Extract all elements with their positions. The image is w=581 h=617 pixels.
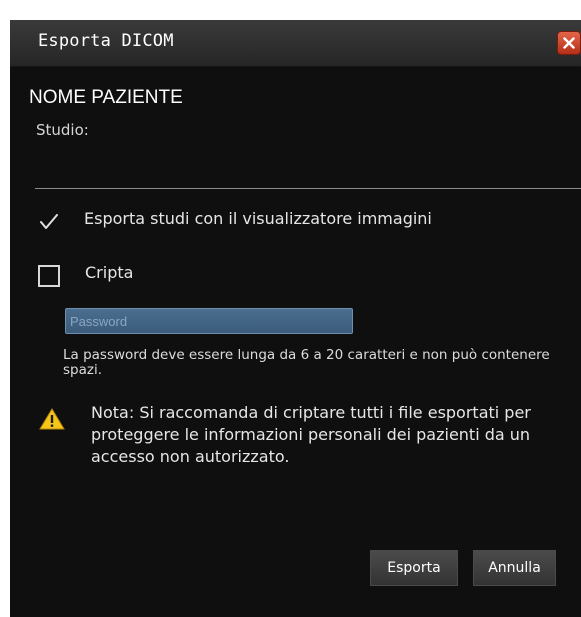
patient-name: NOME PAZIENTE [29, 87, 183, 108]
cancel-button[interactable]: Annulla [473, 550, 556, 586]
close-icon [563, 37, 575, 49]
divider [35, 188, 581, 189]
export-button[interactable]: Esporta [370, 550, 458, 586]
study-label: Studio: [36, 121, 89, 139]
password-input[interactable] [65, 308, 353, 334]
encrypt-label: Cripta [85, 263, 134, 282]
dialog-title: Esporta DICOM [38, 31, 174, 51]
note-text: Nota: Si raccomanda di criptare tutti i … [91, 403, 531, 466]
password-hint: La password deve essere lunga da 6 a 20 … [63, 347, 550, 378]
warning-icon [39, 408, 65, 430]
export-with-viewer-label: Esporta studi con il visualizzatore imma… [84, 209, 432, 228]
encrypt-checkbox[interactable] [38, 265, 60, 287]
close-button[interactable] [557, 31, 581, 55]
checkmark-icon[interactable] [39, 214, 59, 230]
export-dicom-dialog: Esporta DICOM NOME PAZIENTE Studio: Espo… [10, 20, 581, 617]
dialog-titlebar[interactable]: Esporta DICOM [10, 20, 581, 67]
